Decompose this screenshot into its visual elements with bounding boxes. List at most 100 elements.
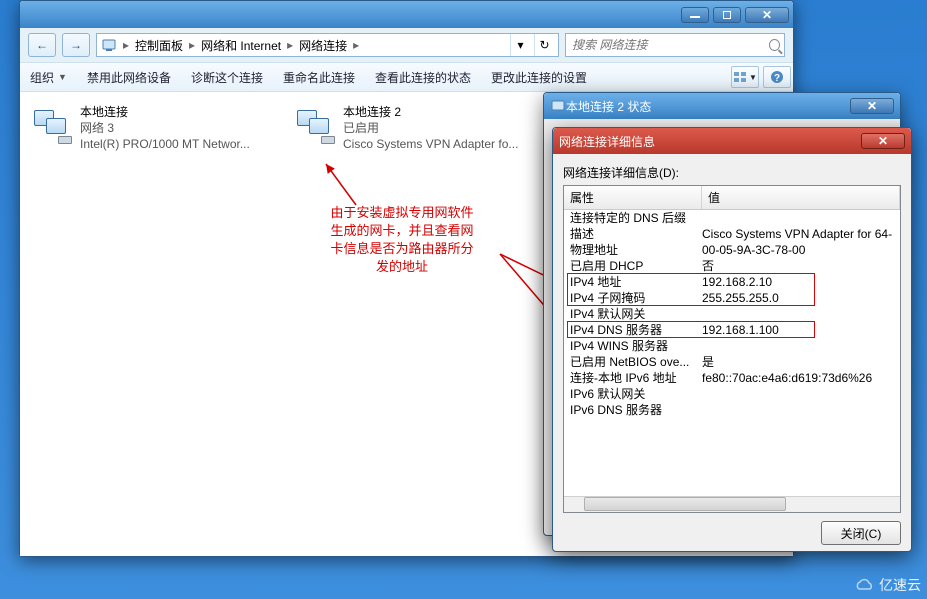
table-row[interactable]: IPv6 DNS 服务器 — [564, 402, 900, 418]
status-window-title: 本地连接 2 状态 — [566, 98, 850, 115]
table-row[interactable]: 连接特定的 DNS 后缀 — [564, 210, 900, 226]
disable-device-button[interactable]: 禁用此网络设备 — [77, 62, 181, 92]
column-value[interactable]: 值 — [702, 186, 900, 209]
caret-down-icon: ▼ — [58, 72, 67, 82]
chevron-right-icon: ▸ — [353, 38, 359, 52]
property-cell: 已启用 NetBIOS ove... — [570, 354, 702, 370]
property-cell: 已启用 DHCP — [570, 258, 702, 274]
help-button[interactable]: ? — [763, 66, 791, 88]
table-row[interactable]: 物理地址00-05-9A-3C-78-00 — [564, 242, 900, 258]
address-bar-row: ← → ▸ 控制面板 ▸ 网络和 Internet ▸ 网络连接 ▸ ▾ ↻ — [20, 28, 793, 62]
cloud-icon — [853, 577, 875, 593]
property-cell: IPv4 子网掩码 — [570, 290, 702, 306]
value-cell — [702, 338, 894, 354]
value-cell: Cisco Systems VPN Adapter for 64- — [702, 226, 894, 242]
connection-device: Intel(R) PRO/1000 MT Networ... — [80, 136, 250, 152]
back-button[interactable]: ← — [28, 33, 56, 57]
close-button[interactable]: ✕ — [745, 7, 789, 23]
horizontal-scrollbar[interactable] — [564, 496, 900, 512]
address-dropdown[interactable]: ▾ — [510, 34, 530, 56]
breadcrumb-bar[interactable]: ▸ 控制面板 ▸ 网络和 Internet ▸ 网络连接 ▸ ▾ ↻ — [96, 33, 559, 57]
details-window-title: 网络连接详细信息 — [559, 133, 861, 150]
diagnose-button[interactable]: 诊断这个连接 — [181, 62, 273, 92]
change-settings-button[interactable]: 更改此连接的设置 — [481, 62, 597, 92]
value-cell: 192.168.1.100 — [702, 322, 894, 338]
close-details-button[interactable]: 关闭(C) — [821, 521, 901, 545]
property-cell: 描述 — [570, 226, 702, 242]
connection-item[interactable]: 本地连接 2 已启用 Cisco Systems VPN Adapter fo.… — [291, 100, 546, 548]
view-status-button[interactable]: 查看此连接的状态 — [365, 62, 481, 92]
watermark-text: 亿速云 — [879, 575, 921, 595]
table-row[interactable]: IPv6 默认网关 — [564, 386, 900, 402]
table-row[interactable]: IPv4 地址192.168.2.10 — [564, 274, 900, 290]
value-cell — [702, 210, 894, 226]
toolbar: 组织 ▼ 禁用此网络设备 诊断这个连接 重命名此连接 查看此连接的状态 更改此连… — [20, 62, 793, 92]
table-row[interactable]: IPv4 DNS 服务器192.168.1.100 — [564, 322, 900, 338]
watermark: 亿速云 — [853, 575, 921, 595]
chevron-right-icon: ▸ — [287, 38, 293, 52]
connection-device: Cisco Systems VPN Adapter fo... — [343, 136, 518, 152]
close-button[interactable]: ✕ — [850, 98, 894, 114]
connection-details-window: 网络连接详细信息 ✕ 网络连接详细信息(D): 属性 值 连接特定的 DNS 后… — [552, 127, 912, 552]
connection-status: 网络 3 — [80, 120, 250, 136]
value-cell — [702, 306, 894, 322]
property-cell: IPv4 WINS 服务器 — [570, 338, 702, 354]
connection-name: 本地连接 2 — [343, 104, 518, 120]
network-icon — [550, 98, 566, 114]
connection-text: 本地连接 网络 3 Intel(R) PRO/1000 MT Networ... — [80, 104, 250, 152]
value-cell — [702, 402, 894, 418]
breadcrumb-item[interactable]: 网络和 Internet — [201, 37, 281, 54]
property-cell: IPv6 默认网关 — [570, 386, 702, 402]
table-row[interactable]: 已启用 DHCP否 — [564, 258, 900, 274]
value-cell: 255.255.255.0 — [702, 290, 894, 306]
table-row[interactable]: 已启用 NetBIOS ove...是 — [564, 354, 900, 370]
connection-name: 本地连接 — [80, 104, 250, 120]
organize-button[interactable]: 组织 ▼ — [20, 62, 77, 92]
search-icon — [769, 39, 780, 51]
details-list[interactable]: 属性 值 连接特定的 DNS 后缀描述Cisco Systems VPN Ada… — [563, 185, 901, 513]
property-cell: IPv4 地址 — [570, 274, 702, 290]
value-cell: 是 — [702, 354, 894, 370]
maximize-button[interactable] — [713, 7, 741, 23]
value-cell — [702, 386, 894, 402]
scrollbar-thumb[interactable] — [584, 497, 786, 511]
value-cell: 否 — [702, 258, 894, 274]
breadcrumb-item[interactable]: 网络连接 — [299, 37, 347, 54]
table-row[interactable]: 描述Cisco Systems VPN Adapter for 64- — [564, 226, 900, 242]
details-heading: 网络连接详细信息(D): — [563, 164, 901, 181]
table-row[interactable]: IPv4 WINS 服务器 — [564, 338, 900, 354]
column-property[interactable]: 属性 — [564, 186, 702, 209]
value-cell: 00-05-9A-3C-78-00 — [702, 242, 894, 258]
forward-button[interactable]: → — [62, 33, 90, 57]
svg-text:?: ? — [774, 73, 780, 84]
network-icon — [101, 37, 117, 53]
search-input[interactable] — [570, 37, 765, 53]
details-header-row: 属性 值 — [564, 186, 900, 210]
network-adapter-icon — [295, 104, 335, 144]
close-button[interactable]: ✕ — [861, 133, 905, 149]
property-cell: 连接特定的 DNS 后缀 — [570, 210, 702, 226]
table-row[interactable]: IPv4 默认网关 — [564, 306, 900, 322]
network-adapter-icon — [32, 104, 72, 144]
refresh-button[interactable]: ↻ — [534, 34, 554, 56]
rename-button[interactable]: 重命名此连接 — [273, 62, 365, 92]
table-row[interactable]: 连接-本地 IPv6 地址fe80::70ac:e4a6:d619:73d6%2… — [564, 370, 900, 386]
property-cell: 连接-本地 IPv6 地址 — [570, 370, 702, 386]
connection-item[interactable]: 本地连接 网络 3 Intel(R) PRO/1000 MT Networ... — [28, 100, 283, 548]
search-box[interactable] — [565, 33, 785, 57]
toolbar-label: 组织 — [30, 69, 54, 86]
annotation-text: 由于安装虚拟专用网软件生成的网卡，并且查看网卡信息是否为路由器所分发的地址 — [302, 204, 502, 276]
property-cell: IPv4 默认网关 — [570, 306, 702, 322]
main-titlebar: ✕ — [20, 1, 793, 28]
table-row[interactable]: IPv4 子网掩码255.255.255.0 — [564, 290, 900, 306]
connection-status: 已启用 — [343, 120, 518, 136]
view-options-button[interactable]: ▼ — [731, 66, 759, 88]
breadcrumb-item[interactable]: 控制面板 — [135, 37, 183, 54]
chevron-right-icon: ▸ — [123, 38, 129, 52]
property-cell: IPv6 DNS 服务器 — [570, 402, 702, 418]
minimize-button[interactable] — [681, 7, 709, 23]
property-cell: 物理地址 — [570, 242, 702, 258]
property-cell: IPv4 DNS 服务器 — [570, 322, 702, 338]
value-cell: 192.168.2.10 — [702, 274, 894, 290]
chevron-right-icon: ▸ — [189, 38, 195, 52]
